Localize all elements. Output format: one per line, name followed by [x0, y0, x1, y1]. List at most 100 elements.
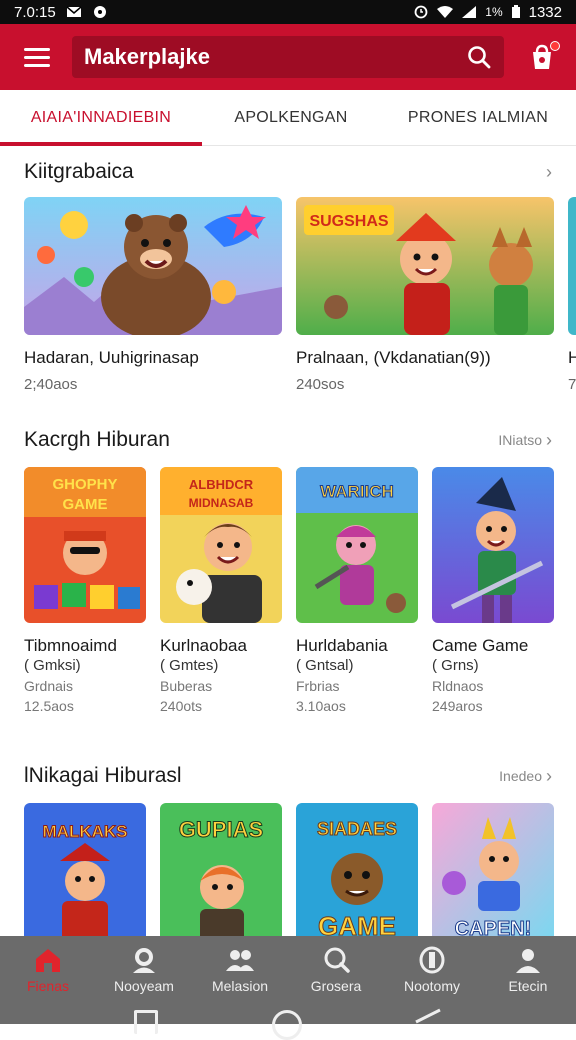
- game-size: 249aros: [432, 698, 483, 714]
- nav-profile[interactable]: Etecin: [480, 936, 576, 1004]
- game-card[interactable]: WARIICH Hurldabania ( Gntsal) Frbrias 3.…: [296, 467, 418, 716]
- game-card[interactable]: ALBHDCR MIDNASAB Kurlnaobaa ( Gmtes) Bub…: [160, 467, 282, 716]
- tab-1[interactable]: AIAIA'INNADIEBIN: [0, 90, 202, 146]
- monster-game-image: SIADAES GAME: [296, 803, 418, 936]
- nav-discover[interactable]: Nooyeam: [96, 936, 192, 1004]
- app-bar: Makerplajke: [0, 24, 576, 90]
- svg-text:WARIICH: WARIICH: [320, 482, 394, 501]
- section-more-button[interactable]: ›: [546, 162, 552, 183]
- game-title: Hadaran, Uuhigrinasap: [24, 348, 199, 367]
- nav-search[interactable]: Grosera: [288, 936, 384, 1004]
- system-navigation-bar: [0, 1004, 576, 1040]
- game-thumbnail[interactable]: GUPIAS: [160, 803, 282, 936]
- game-card[interactable]: SUGSHAS Pralnaan, (Vkdanatian(9)) 240sos: [296, 197, 554, 393]
- bear-character-image: [24, 197, 282, 335]
- tab-3[interactable]: PRONES IALMIAN: [380, 90, 576, 146]
- game-card-partial[interactable]: H 7: [568, 197, 576, 393]
- entertainment-row: GHOPHY GAME Tibmnoaimd ( Gmksi) Grdnais …: [24, 467, 554, 716]
- home-icon: [36, 949, 60, 972]
- game-thumbnail[interactable]: MALKAKS: [24, 803, 146, 936]
- game-genre: ( Gntsal): [296, 657, 354, 674]
- see-all-button[interactable]: Inedeo ›: [499, 766, 552, 787]
- search-input[interactable]: Makerplajke: [72, 36, 504, 78]
- nav-label: Nooyeam: [114, 978, 174, 994]
- nav-label: Etecin: [508, 978, 548, 994]
- game-publisher: Rldnaos: [432, 678, 484, 694]
- game-thumbnail[interactable]: [24, 197, 282, 335]
- signal-icon: [462, 6, 477, 18]
- see-all-button[interactable]: INiatso ›: [498, 430, 552, 451]
- battery-icon: [511, 5, 520, 18]
- home-button[interactable]: [272, 1010, 302, 1040]
- status-time: 7.0:15: [14, 3, 56, 21]
- alarm-icon: [414, 5, 428, 19]
- game-thumbnail[interactable]: SIADAES GAME: [296, 803, 418, 936]
- game-genre: ( Grns): [432, 657, 479, 674]
- fox-hero-image: CAPEN!: [432, 803, 554, 936]
- battery-text: 1332: [528, 3, 562, 21]
- game-thumbnail[interactable]: ALBHDCR MIDNASAB: [160, 467, 282, 623]
- section-header: Kiitgrabaica ›: [0, 156, 576, 188]
- warrior-girl-image: WARIICH: [296, 467, 418, 623]
- section-title: lNikagai Hiburasl: [24, 764, 182, 787]
- game-thumbnail[interactable]: [432, 467, 554, 623]
- section-title: Kacrgh Hiburan: [24, 428, 170, 451]
- game-title: Hurldabania: [296, 636, 388, 655]
- recents-button[interactable]: [134, 1010, 158, 1034]
- chevron-right-icon: ›: [546, 161, 552, 182]
- game-title: Kurlnaobaa: [160, 636, 247, 655]
- game-size: 12.5aos: [24, 698, 74, 714]
- game-thumbnail[interactable]: GHOPHY GAME: [24, 467, 146, 623]
- game-thumbnail[interactable]: WARIICH: [296, 467, 418, 623]
- svg-text:CAPEN!: CAPEN!: [455, 918, 532, 936]
- svg-text:GAME: GAME: [318, 911, 396, 936]
- nav-home[interactable]: Fienas: [0, 936, 96, 1004]
- notification-dot: [550, 41, 560, 51]
- game-thumbnail[interactable]: [568, 197, 576, 335]
- game-card[interactable]: GHOPHY GAME Tibmnoaimd ( Gmksi) Grdnais …: [24, 467, 146, 716]
- nav-social[interactable]: Melasion: [192, 936, 288, 1004]
- game-card[interactable]: Hadaran, Uuhigrinasap 2;40aos: [24, 197, 282, 393]
- game-thumbnail[interactable]: CAPEN!: [432, 803, 554, 936]
- section-entertainment: Kacrgh Hiburan INiatso › GHOPHY GAME Tibm…: [0, 424, 576, 724]
- svg-text:GUPIAS: GUPIAS: [179, 817, 263, 842]
- search-text: Makerplajke: [84, 44, 210, 69]
- shield-icon: [419, 946, 445, 974]
- shopping-bag-button[interactable]: [522, 37, 562, 77]
- game-title: Came Game: [432, 636, 529, 655]
- game-size: 240ots: [160, 698, 203, 714]
- mail-icon: [66, 6, 82, 17]
- category-tabs: AIAIA'INNADIEBIN APOLKENGAN PRONES IALMI…: [0, 90, 576, 146]
- section-featured: Kiitgrabaica › Hadaran, Uuhigrinasap 2;4…: [0, 156, 576, 406]
- nav-label: Melasion: [211, 978, 269, 994]
- game-size: 240sos: [296, 376, 345, 393]
- chat-icon: [93, 6, 106, 18]
- chevron-right-icon: ›: [546, 765, 552, 786]
- entertainment-row-2: MALKAKS GUPIAS SIADAES GAME CAPEN!: [24, 803, 554, 936]
- menu-icon: [24, 47, 50, 51]
- game-thumbnail[interactable]: SUGSHAS: [296, 197, 554, 335]
- nav-library[interactable]: Nootomy: [384, 936, 480, 1004]
- nav-label: Fienas: [26, 978, 70, 994]
- game-size: 2;40aos: [24, 376, 78, 393]
- tab-2[interactable]: APOLKENGAN: [202, 90, 380, 146]
- puzzle-game-image: GHOPHY GAME: [24, 467, 146, 623]
- section-header: lNikagai Hiburasl Inedeo ›: [0, 760, 576, 792]
- back-button[interactable]: [412, 1008, 442, 1024]
- game-size: 3.10aos: [296, 698, 346, 714]
- group-icon: [226, 950, 254, 971]
- svg-text:GAME: GAME: [63, 496, 108, 513]
- bottom-navigation: Fienas Nooyeam Melasion Grosera Nootomy …: [0, 936, 576, 1004]
- magnifier-icon: [324, 947, 350, 973]
- game-card[interactable]: Came Game ( Grns) Rldnaos 249aros: [432, 467, 554, 716]
- menu-button[interactable]: [14, 34, 60, 80]
- boy-with-pet-image: ALBHDCR MIDNASAB: [160, 467, 282, 623]
- section-header: Kacrgh Hiburan INiatso ›: [0, 424, 576, 456]
- featured-row: Hadaran, Uuhigrinasap 2;40aos SUGSHAS Pr…: [24, 197, 576, 393]
- game-publisher: Buberas: [160, 678, 213, 694]
- svg-text:MIDNASAB: MIDNASAB: [189, 496, 254, 510]
- svg-text:SIADAES: SIADAES: [317, 819, 397, 839]
- game-publisher: Grdnais: [24, 678, 74, 694]
- svg-text:MALKAKS: MALKAKS: [43, 822, 128, 841]
- search-icon[interactable]: [466, 44, 492, 70]
